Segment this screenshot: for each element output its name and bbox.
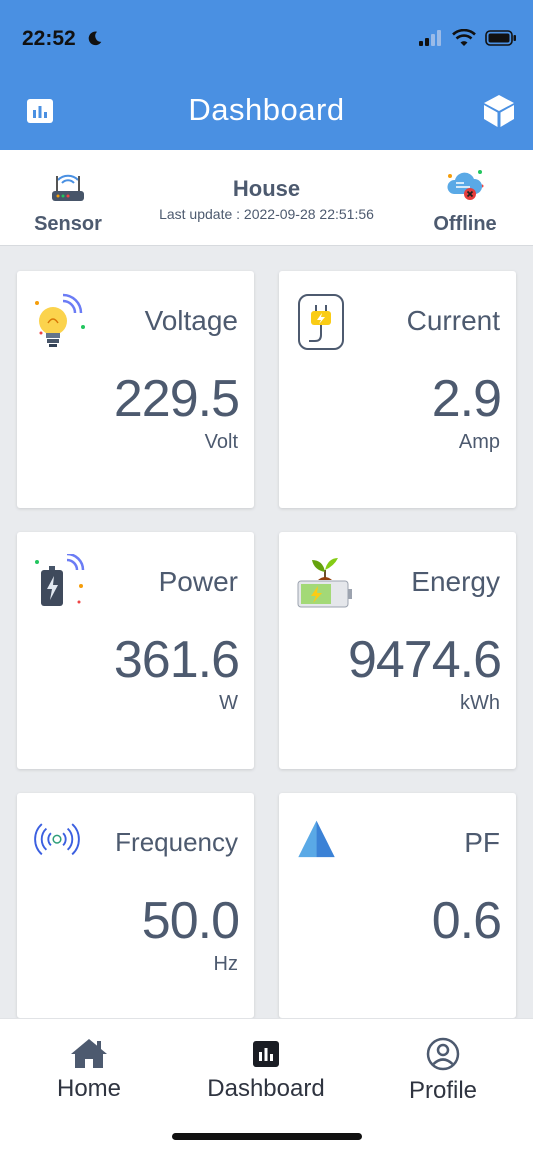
nav-profile-label: Profile xyxy=(408,1077,478,1104)
voltage-unit: Volt xyxy=(204,431,238,453)
dashboard-icon xyxy=(253,1041,279,1067)
energy-value: 9474.6 xyxy=(347,631,502,689)
nav-dashboard-label: Dashboard xyxy=(207,1075,325,1102)
power-card[interactable]: Power 361.6 W xyxy=(17,532,254,769)
nav-dashboard[interactable]: Dashboard xyxy=(181,1037,351,1103)
energy-unit: kWh xyxy=(460,692,500,714)
frequency-card[interactable]: Frequency 50.0 Hz xyxy=(17,793,254,1018)
cube-icon[interactable] xyxy=(483,94,515,128)
status-icons xyxy=(419,28,517,48)
cloud-offline-icon xyxy=(447,170,484,200)
nav-profile[interactable]: Profile xyxy=(358,1037,528,1105)
current-unit: Amp xyxy=(458,431,500,453)
current-card[interactable]: Current 2.9 Amp xyxy=(279,271,516,508)
plug-icon xyxy=(298,294,344,350)
power-title: Power xyxy=(158,566,238,597)
eco-battery-icon xyxy=(297,558,352,608)
voltage-card[interactable]: Voltage 229.5 Volt xyxy=(17,271,254,508)
moon-icon xyxy=(88,31,102,46)
navigation-arrow-icon xyxy=(298,820,335,858)
current-title: Current xyxy=(406,305,500,336)
app-header: 22:52 Dashboard xyxy=(0,0,533,150)
frequency-unit: Hz xyxy=(213,953,238,975)
nav-home-label: Home xyxy=(56,1075,122,1102)
status-time: 22:52 xyxy=(22,27,76,50)
energy-card[interactable]: Energy 9474.6 kWh xyxy=(279,532,516,769)
voltage-value: 229.5 xyxy=(113,370,240,428)
frequency-title: Frequency xyxy=(115,827,238,857)
cellular-signal-icon xyxy=(419,30,441,46)
home-indicator[interactable] xyxy=(172,1133,362,1140)
frequency-value: 50.0 xyxy=(141,892,240,950)
battery-status-icon xyxy=(485,30,516,46)
wifi-icon xyxy=(452,29,476,46)
power-value: 361.6 xyxy=(113,631,240,689)
page-title: Dashboard xyxy=(188,92,345,127)
connection-status[interactable]: Offline xyxy=(419,166,511,236)
profile-icon xyxy=(426,1037,460,1071)
status-label: Offline xyxy=(433,213,497,235)
energy-title: Energy xyxy=(411,566,500,597)
signal-waves-icon xyxy=(34,823,80,856)
pf-card[interactable]: PF 0.6 xyxy=(279,793,516,1018)
pf-value: 0.6 xyxy=(431,892,502,950)
current-value: 2.9 xyxy=(431,370,502,428)
bottom-navigation: Home Dashboard Profile xyxy=(0,1018,533,1152)
device-info-bar: Sensor House Last update : 2022-09-28 22… xyxy=(0,150,533,246)
home-icon xyxy=(71,1039,107,1068)
battery-icon xyxy=(35,554,85,606)
voltage-title: Voltage xyxy=(144,305,238,336)
smart-bulb-icon xyxy=(35,293,85,347)
pf-title: PF xyxy=(464,827,500,858)
power-unit: W xyxy=(219,692,238,714)
nav-home[interactable]: Home xyxy=(4,1037,174,1103)
